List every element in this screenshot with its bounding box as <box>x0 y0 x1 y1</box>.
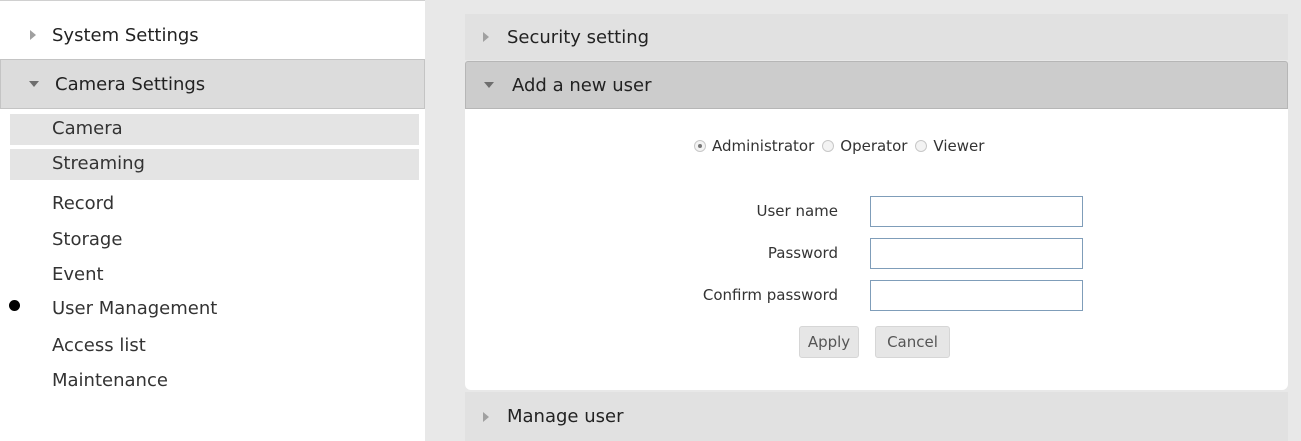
cancel-button[interactable]: Cancel <box>875 326 950 358</box>
password-row: Password <box>465 238 1288 270</box>
security-setting-header[interactable]: Security setting <box>465 14 1288 60</box>
chevron-down-icon <box>484 82 494 88</box>
administrator-radio[interactable] <box>694 140 706 152</box>
system-settings-label: System Settings <box>52 24 199 46</box>
username-label: User name <box>756 202 839 220</box>
sidebar-item-streaming[interactable]: Streaming <box>10 149 419 180</box>
add-user-form: Administrator Operator Viewer User name … <box>465 109 1288 390</box>
main-content: Security setting Add a new user Administ… <box>425 0 1301 441</box>
role-selector: Administrator Operator Viewer <box>690 137 988 155</box>
sidebar-item-storage[interactable]: Storage <box>10 225 419 255</box>
sidebar-item-user-management[interactable]: User Management <box>10 294 419 324</box>
confirm-password-row: Confirm password <box>465 280 1288 312</box>
add-user-label: Add a new user <box>512 74 652 96</box>
manage-user-label: Manage user <box>507 406 624 427</box>
administrator-label: Administrator <box>712 137 815 155</box>
sidebar-item-event[interactable]: Event <box>10 260 419 290</box>
chevron-right-icon <box>483 32 489 42</box>
chevron-right-icon <box>483 411 489 422</box>
confirm-password-label: Confirm password <box>702 286 838 304</box>
camera-settings-label: Camera Settings <box>55 73 206 95</box>
sidebar: System Settings Camera Settings Camera S… <box>0 0 425 441</box>
add-user-header[interactable]: Add a new user <box>465 61 1288 109</box>
sidebar-item-camera[interactable]: Camera <box>10 114 419 145</box>
chevron-right-icon <box>30 30 36 40</box>
apply-button[interactable]: Apply <box>799 326 859 358</box>
operator-radio[interactable] <box>822 140 835 152</box>
camera-settings-header[interactable]: Camera Settings <box>0 59 425 109</box>
security-setting-label: Security setting <box>507 26 650 48</box>
password-label: Password <box>767 244 838 262</box>
password-input[interactable] <box>870 238 1083 269</box>
viewer-radio[interactable] <box>915 140 928 152</box>
operator-label: Operator <box>840 137 908 155</box>
system-settings-header[interactable]: System Settings <box>0 13 425 57</box>
username-input[interactable] <box>870 196 1083 227</box>
viewer-label: Viewer <box>933 137 985 155</box>
sidebar-item-record[interactable]: Record <box>10 189 419 219</box>
sidebar-item-access-list[interactable]: Access list <box>10 331 419 361</box>
sidebar-item-maintenance[interactable]: Maintenance <box>10 366 419 396</box>
username-row: User name <box>465 196 1288 228</box>
manage-user-header[interactable]: Manage user <box>465 392 1288 441</box>
confirm-password-input[interactable] <box>870 280 1083 311</box>
chevron-down-icon <box>29 81 39 87</box>
